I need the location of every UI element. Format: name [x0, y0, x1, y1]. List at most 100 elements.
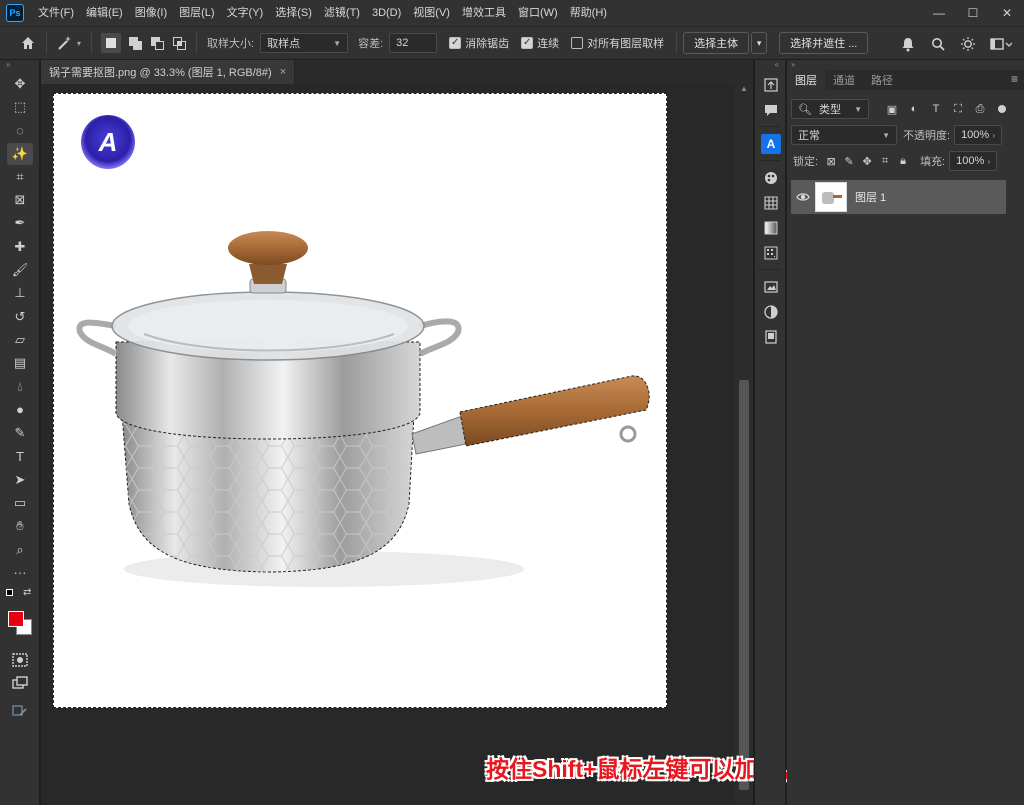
new-selection-icon[interactable] [101, 33, 122, 53]
pixel-filter-icon[interactable]: ▣ [883, 100, 901, 118]
tool-button[interactable]: 🖌︎ [0, 258, 40, 281]
color-swatches[interactable] [0, 601, 40, 641]
minimize-button[interactable]: — [922, 0, 956, 26]
tab-layers[interactable]: 图层 [787, 70, 825, 90]
menu-item[interactable]: 窗口(W) [512, 0, 564, 26]
close-tab-icon[interactable]: × [280, 66, 286, 78]
intersect-selection-icon[interactable] [171, 35, 187, 51]
panel-menu-icon[interactable]: ≡ [1011, 72, 1018, 86]
tool-button[interactable]: ⬚ [0, 95, 40, 118]
shape-filter-icon[interactable]: ⛶ [949, 100, 967, 118]
plugin-logo-icon[interactable]: A [755, 131, 787, 156]
add-selection-icon[interactable] [127, 35, 143, 51]
search-icon[interactable] [926, 32, 950, 56]
comments-icon[interactable] [755, 97, 787, 122]
magic-wand-preset-icon[interactable] [53, 31, 77, 55]
libraries-icon[interactable] [755, 274, 787, 299]
tool-button[interactable]: ➤ [0, 468, 40, 491]
tool-button[interactable]: ✋︎ [0, 515, 40, 538]
opacity-input[interactable]: 100% › [954, 125, 1003, 145]
tool-button[interactable]: ✒ [0, 212, 40, 235]
select-subject-menu-icon[interactable]: ▾ [751, 32, 768, 54]
filter-toggle-icon[interactable] [993, 100, 1011, 118]
notification-bell-icon[interactable] [896, 32, 920, 56]
properties-icon[interactable] [755, 324, 787, 349]
tool-button[interactable]: ▱ [0, 328, 40, 351]
antialias-checkbox[interactable]: ✓ 消除锯齿 [449, 35, 509, 51]
menu-item[interactable]: 增效工具 [456, 0, 512, 26]
patterns-icon[interactable] [755, 240, 787, 265]
edit-toolbar-icon[interactable] [0, 699, 40, 722]
adjustment-filter-icon[interactable]: ◐ [905, 100, 923, 118]
scrollbar-thumb[interactable] [739, 380, 749, 790]
tool-button[interactable]: ✚ [0, 235, 40, 258]
tool-button[interactable]: ✥ [0, 72, 40, 95]
menu-item[interactable]: 文件(F) [32, 0, 80, 26]
history-icon[interactable] [755, 72, 787, 97]
visibility-eye-icon[interactable] [791, 192, 815, 202]
menu-item[interactable]: 视图(V) [407, 0, 456, 26]
lock-artboard-icon[interactable]: ⌗ [876, 152, 894, 170]
type-filter-icon[interactable]: T [927, 100, 945, 118]
lock-image-icon[interactable]: ✎ [840, 152, 858, 170]
tool-button[interactable]: T [0, 445, 40, 468]
app-logo[interactable]: Ps [6, 4, 24, 22]
tab-channels[interactable]: 通道 [825, 70, 863, 90]
select-and-mask-button[interactable]: 选择并遮住 ... [779, 32, 869, 54]
document-tab[interactable]: 锅子需要抠图.png @ 33.3% (图层 1, RGB/8#) × [41, 60, 296, 84]
sample-size-dropdown[interactable]: 取样点 ▼ [260, 33, 349, 53]
menu-item[interactable]: 图层(L) [173, 0, 220, 26]
lock-position-icon[interactable]: ✥ [858, 152, 876, 170]
discover-lightbulb-icon[interactable] [956, 32, 980, 56]
collapse-panel-icon[interactable]: » [0, 60, 39, 72]
scroll-up-icon[interactable]: ▲ [735, 84, 753, 96]
tool-button[interactable]: ··· [0, 561, 40, 584]
tool-button[interactable]: ⊠ [0, 188, 40, 211]
tool-button[interactable]: ⌗ [0, 165, 40, 188]
blend-mode-dropdown[interactable]: 正常 ▼ [791, 125, 897, 145]
menu-item[interactable]: 3D(D) [366, 0, 407, 26]
tool-button[interactable]: ✎ [0, 421, 40, 444]
tool-button[interactable]: ✨ [0, 142, 40, 165]
chevron-down-icon[interactable]: ▾ [77, 39, 81, 48]
menu-item[interactable]: 帮助(H) [564, 0, 613, 26]
close-button[interactable]: ✕ [990, 0, 1024, 26]
screen-mode-icon[interactable] [0, 672, 40, 695]
tool-button[interactable]: ▤ [0, 352, 40, 375]
tolerance-input[interactable]: 32 [389, 33, 438, 53]
lock-transparent-icon[interactable]: ⊠ [822, 152, 840, 170]
workspace-switcher-icon[interactable] [986, 32, 1016, 56]
subtract-selection-icon[interactable] [149, 35, 165, 51]
gradients-icon[interactable] [755, 215, 787, 240]
reset-colors-icon[interactable]: ⇄ [0, 585, 40, 601]
menu-item[interactable]: 编辑(E) [80, 0, 129, 26]
home-icon[interactable] [16, 31, 40, 55]
menu-item[interactable]: 滤镜(T) [318, 0, 366, 26]
tab-paths[interactable]: 路径 [863, 70, 901, 90]
tool-button[interactable]: ◌ [0, 119, 40, 142]
swatches-grid-icon[interactable] [755, 190, 787, 215]
collapse-panel-icon[interactable]: » [787, 60, 1024, 70]
color-palette-icon[interactable] [755, 165, 787, 190]
lock-all-icon[interactable]: 🔒︎ [894, 152, 912, 170]
tool-button[interactable]: ● [0, 398, 40, 421]
layer-filter-dropdown[interactable]: 🔍︎ 类型 ▼ [791, 99, 869, 119]
maximize-button[interactable]: ☐ [956, 0, 990, 26]
menu-item[interactable]: 图像(I) [129, 0, 173, 26]
contiguous-checkbox[interactable]: ✓ 连续 [521, 35, 559, 51]
tool-button[interactable]: ⊥ [0, 282, 40, 305]
menu-item[interactable]: 选择(S) [269, 0, 318, 26]
smart-object-filter-icon[interactable]: ⎙ [971, 100, 989, 118]
all-layers-checkbox[interactable]: 对所有图层取样 [571, 35, 664, 51]
layer-row[interactable]: 图层 1 [791, 180, 1006, 214]
tool-button[interactable]: ↺ [0, 305, 40, 328]
tool-button[interactable]: ▭ [0, 491, 40, 514]
tool-button[interactable]: ⌕ [0, 538, 40, 561]
tool-button[interactable]: 💧︎ [0, 375, 40, 398]
select-subject-button[interactable]: 选择主体 [683, 32, 750, 54]
menu-item[interactable]: 文字(Y) [221, 0, 270, 26]
foreground-color-swatch[interactable] [8, 610, 24, 627]
fill-input[interactable]: 100% › [949, 151, 998, 171]
quick-mask-icon[interactable] [0, 649, 40, 672]
collapse-dock-icon[interactable]: « [755, 60, 785, 72]
